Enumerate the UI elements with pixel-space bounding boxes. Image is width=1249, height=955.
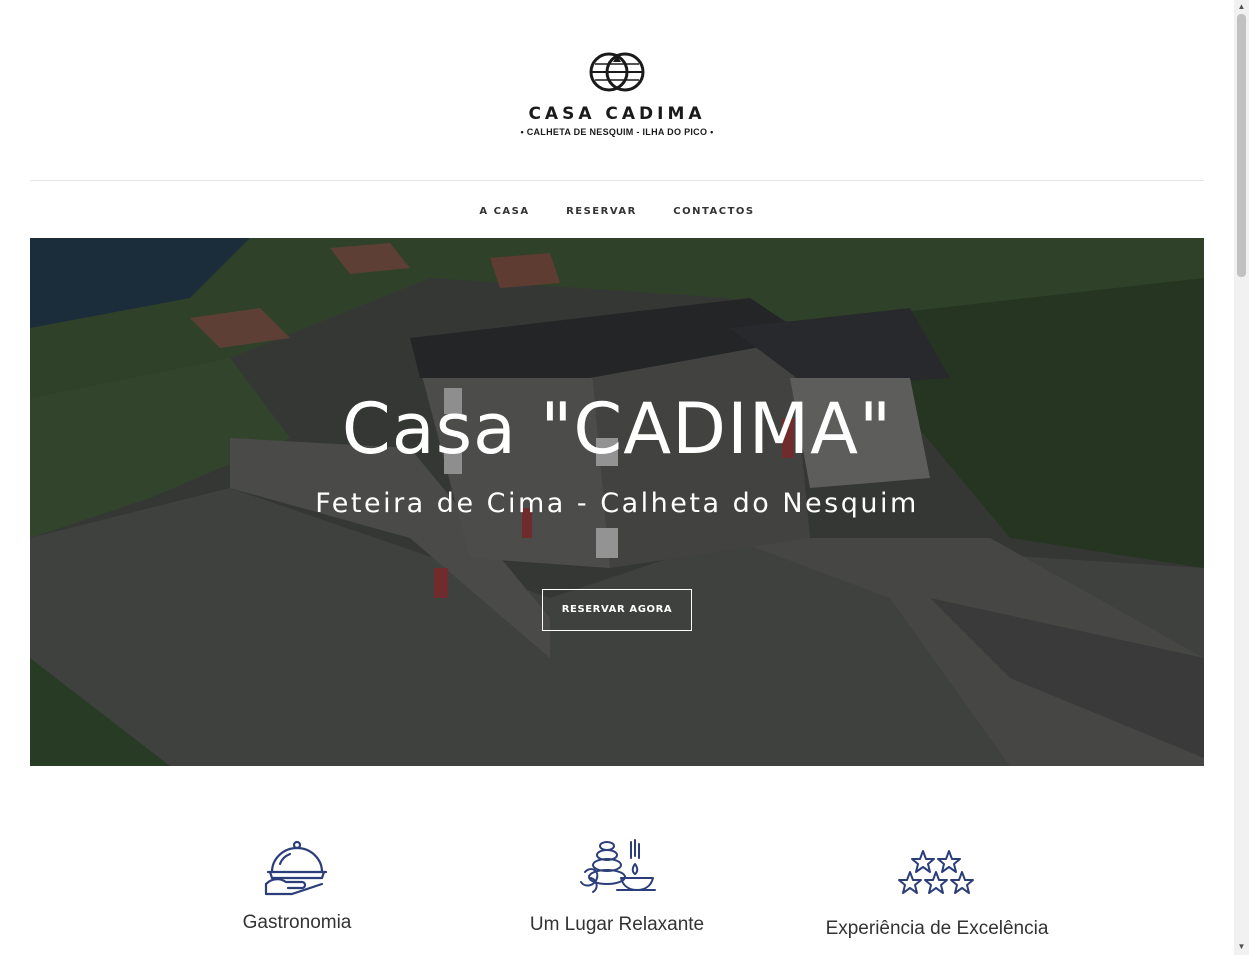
page: CASA CADIMA • CALHETA DE NESQUIM - ILHA …	[0, 0, 1234, 955]
nav-item-contactos[interactable]: CONTACTOS	[673, 206, 754, 217]
scroll-up-arrow-icon[interactable]: ▲	[1237, 2, 1246, 12]
cloche-serving-icon	[264, 840, 328, 896]
page-scrollbar[interactable]: ▲ ▼	[1234, 0, 1249, 955]
feature-title: Gastronomia	[242, 912, 352, 933]
scroll-down-arrow-icon[interactable]: ▼	[1237, 942, 1246, 952]
feature-title: Um Lugar Relaxante	[529, 914, 705, 935]
site-logo[interactable]: CASA CADIMA • CALHETA DE NESQUIM - ILHA …	[0, 50, 1234, 137]
scrollbar-thumb[interactable]	[1237, 14, 1246, 277]
brand-tagline: • CALHETA DE NESQUIM - ILHA DO PICO •	[520, 127, 714, 137]
nav-item-a-casa[interactable]: A CASA	[479, 206, 529, 217]
feature-relaxante: Um Lugar Relaxante	[457, 836, 777, 936]
hero-subtitle: Feteira de Cima - Calheta do Nesquim	[315, 488, 919, 519]
stars-rating-icon	[898, 850, 974, 894]
spa-stones-candle-icon	[580, 839, 656, 893]
reservar-agora-button[interactable]: RESERVAR AGORA	[542, 589, 692, 631]
nav-item-reservar[interactable]: RESERVAR	[566, 206, 637, 217]
hero-banner: Casa "CADIMA" Feteira de Cima - Calheta …	[30, 238, 1204, 766]
logo-emblem-icon	[589, 52, 645, 92]
feature-title: Experiência de Excelência	[825, 918, 1049, 939]
feature-gastronomia: Gastronomia	[137, 838, 457, 934]
header-divider	[30, 180, 1204, 181]
feature-excelencia: Experiência de Excelência	[777, 848, 1097, 940]
main-nav: A CASA RESERVAR CONTACTOS	[0, 201, 1234, 219]
brand-name: CASA CADIMA	[528, 104, 706, 124]
hero-title: Casa "CADIMA"	[341, 388, 893, 470]
